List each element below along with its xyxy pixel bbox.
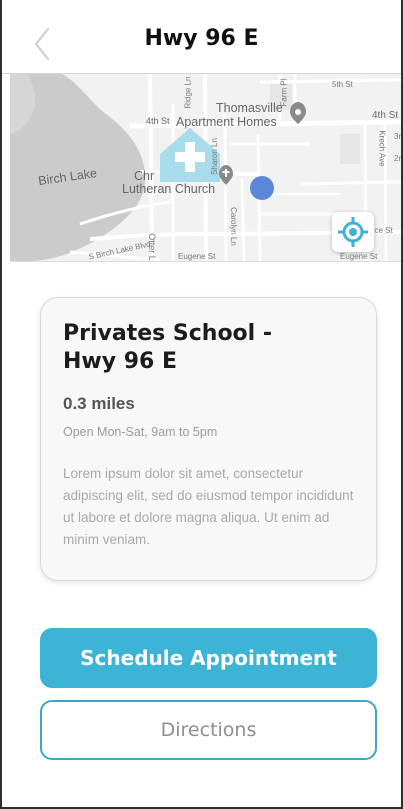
my-location-icon [338, 217, 368, 247]
poi-pin-icon[interactable] [219, 165, 233, 185]
schedule-appointment-button[interactable]: Schedule Appointment [40, 628, 377, 688]
map-label-carolyn: Carolyn Ln [228, 207, 238, 246]
map-label-2n: 2n [394, 154, 401, 163]
map-label-5th-st: 5th St [332, 80, 353, 89]
directions-button[interactable]: Directions [40, 700, 377, 760]
map-label-4th-st: 4th St [146, 116, 170, 126]
map-label-eugene-2: Eugene St [340, 252, 378, 261]
map-label-otter: Otter L [146, 233, 157, 261]
location-hours: Open Mon-Sat, 9am to 5pm [63, 425, 218, 439]
map-label-ridge: Ridge Ln [183, 76, 193, 109]
page-title: Hwy 96 E [144, 26, 259, 51]
map-label-church-2: Lutheran Church [122, 182, 216, 196]
poi-pin-icon[interactable] [290, 102, 306, 124]
map-label-sharon: Sharon Ln [209, 138, 219, 175]
header-bar: Hwy 96 E [2, 0, 401, 74]
map-view[interactable]: Birch Lake Thomasville Apartment Homes 4… [10, 74, 401, 262]
location-card: Privates School - Hwy 96 E 0.3 miles Ope… [40, 297, 377, 581]
current-location-dot-icon [250, 176, 274, 200]
map-label-3r: 3r [394, 132, 401, 141]
location-description: Lorem ipsum dolor sit amet, consectetur … [63, 466, 354, 547]
my-location-button[interactable] [332, 212, 374, 252]
map-label-church-1: Chr [134, 169, 155, 183]
app-screen: Hwy 96 E Birch Lake Thomasville Apartmen… [0, 0, 403, 809]
map-label-farm: Farm Pl [279, 78, 289, 107]
map-label-apartments: Apartment Homes [176, 115, 277, 129]
location-distance: 0.3 miles [63, 394, 135, 413]
map-label-eugene-1: Eugene St [178, 252, 216, 261]
map-label-thomasville: Thomasville [216, 101, 283, 115]
map-label-4th-st-right: 4th St [372, 110, 399, 121]
building-block [340, 134, 360, 164]
map-label-krech: Krech Ave [377, 130, 387, 167]
location-title: Privates School - Hwy 96 E [63, 321, 272, 374]
